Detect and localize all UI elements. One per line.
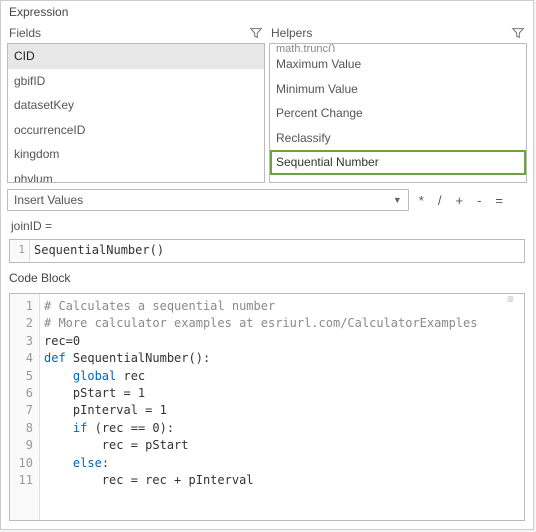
list-item[interactable]: Sequential Number bbox=[270, 150, 526, 175]
section-title-expression: Expression bbox=[1, 1, 533, 23]
list-item[interactable]: Reclassify bbox=[270, 126, 526, 151]
fields-helpers-row: Fields CIDgbifIDdatasetKeyoccurrenceIDki… bbox=[1, 23, 533, 183]
operator-button[interactable]: - bbox=[477, 193, 481, 208]
fields-label: Fields bbox=[9, 26, 41, 40]
list-item[interactable]: Percent Change bbox=[270, 101, 526, 126]
list-item[interactable]: Minimum Value bbox=[270, 77, 526, 102]
fields-listbox[interactable]: CIDgbifIDdatasetKeyoccurrenceIDkingdomph… bbox=[7, 43, 265, 183]
code-gutter: 1234567891011 bbox=[10, 294, 40, 520]
operator-button[interactable]: + bbox=[455, 193, 463, 208]
fields-header: Fields bbox=[7, 23, 265, 43]
insert-values-row: Insert Values ▼ * / +-= bbox=[1, 183, 533, 217]
list-item[interactable]: phylum bbox=[8, 167, 264, 183]
list-item[interactable]: datasetKey bbox=[8, 93, 264, 118]
operator-button[interactable]: * bbox=[419, 193, 424, 208]
section-title-codeblock: Code Block bbox=[1, 267, 533, 289]
list-item[interactable]: occurrenceID bbox=[8, 118, 264, 143]
helpers-listbox[interactable]: math.trunc()Maximum ValueMinimum ValuePe… bbox=[269, 43, 527, 183]
operator-button[interactable]: / bbox=[438, 193, 442, 208]
fields-column: Fields CIDgbifIDdatasetKeyoccurrenceIDki… bbox=[7, 23, 265, 183]
filter-icon[interactable] bbox=[511, 26, 525, 40]
list-item[interactable]: CID bbox=[8, 44, 264, 69]
list-item[interactable]: math.trunc() bbox=[270, 44, 526, 52]
helpers-label: Helpers bbox=[271, 26, 312, 40]
expression-line-number: 1 bbox=[10, 240, 30, 262]
expression-text[interactable]: SequentialNumber() bbox=[30, 240, 524, 262]
operator-bar: * / +-= bbox=[419, 193, 527, 208]
chevron-down-icon: ▼ bbox=[393, 195, 402, 205]
list-item[interactable]: Maximum Value bbox=[270, 52, 526, 77]
expression-label: joinID = bbox=[1, 217, 533, 235]
insert-values-label: Insert Values bbox=[14, 193, 83, 207]
filter-icon[interactable] bbox=[249, 26, 263, 40]
drag-handle-icon[interactable]: ≡ bbox=[507, 297, 521, 307]
code-block-editor[interactable]: 1234567891011 # Calculates a sequential … bbox=[9, 293, 525, 521]
expression-input[interactable]: 1 SequentialNumber() bbox=[9, 239, 525, 263]
list-item[interactable]: gbifID bbox=[8, 69, 264, 94]
insert-values-dropdown[interactable]: Insert Values ▼ bbox=[7, 189, 409, 211]
list-item[interactable]: time.strftime('%d/%m/%Y') bbox=[270, 175, 526, 183]
code-lines[interactable]: # Calculates a sequential number# More c… bbox=[40, 294, 524, 520]
helpers-header: Helpers bbox=[269, 23, 527, 43]
expression-panel: Expression Fields CIDgbifIDdatasetKeyocc… bbox=[0, 0, 534, 530]
list-item[interactable]: kingdom bbox=[8, 142, 264, 167]
operator-button[interactable]: = bbox=[495, 193, 503, 208]
helpers-column: Helpers math.trunc()Maximum ValueMinimum… bbox=[269, 23, 527, 183]
